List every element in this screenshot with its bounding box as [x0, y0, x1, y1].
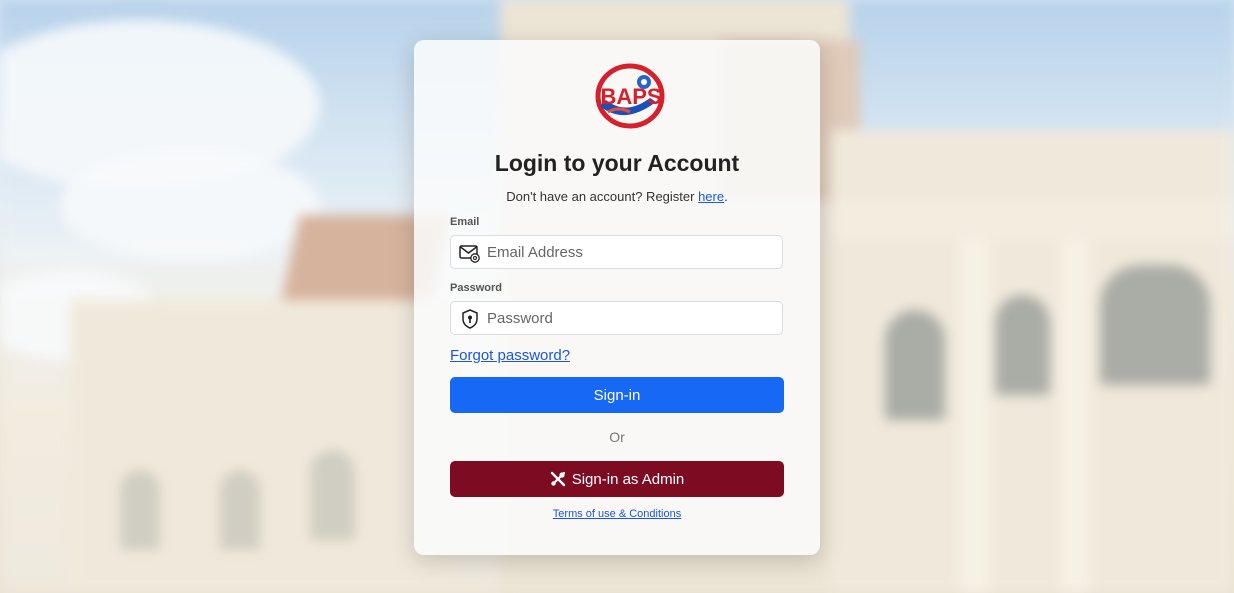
login-card: BAPS Login to your Account Don't have an…: [414, 40, 820, 555]
password-field[interactable]: [450, 301, 783, 335]
admin-sign-in-label: Sign-in as Admin: [571, 470, 685, 488]
sign-in-button[interactable]: Sign-in: [450, 377, 784, 413]
email-field[interactable]: [450, 235, 783, 269]
envelope-at-icon: [459, 245, 480, 263]
register-suffix: .: [724, 189, 728, 204]
email-label: Email: [450, 216, 480, 228]
register-text: Don't have an account? Register: [506, 189, 699, 204]
password-label: Password: [450, 282, 502, 294]
page-title: Login to your Account: [494, 150, 740, 176]
sign-in-label: Sign-in: [593, 386, 641, 404]
register-link[interactable]: here: [698, 189, 724, 204]
shield-lock-icon: [462, 309, 478, 329]
email-input[interactable]: [487, 236, 772, 268]
tools-icon: [550, 471, 565, 487]
forgot-password-link[interactable]: Forgot password?: [450, 347, 570, 364]
admin-sign-in-button[interactable]: Sign-in as Admin: [450, 461, 784, 497]
password-input[interactable]: [487, 302, 772, 334]
or-divider: Or: [609, 429, 625, 445]
logo-text: BAPS: [600, 84, 661, 109]
baps-logo: BAPS: [595, 63, 665, 129]
terms-link[interactable]: Terms of use & Conditions: [414, 508, 820, 520]
register-prompt: Don't have an account? Register here.: [414, 189, 820, 204]
